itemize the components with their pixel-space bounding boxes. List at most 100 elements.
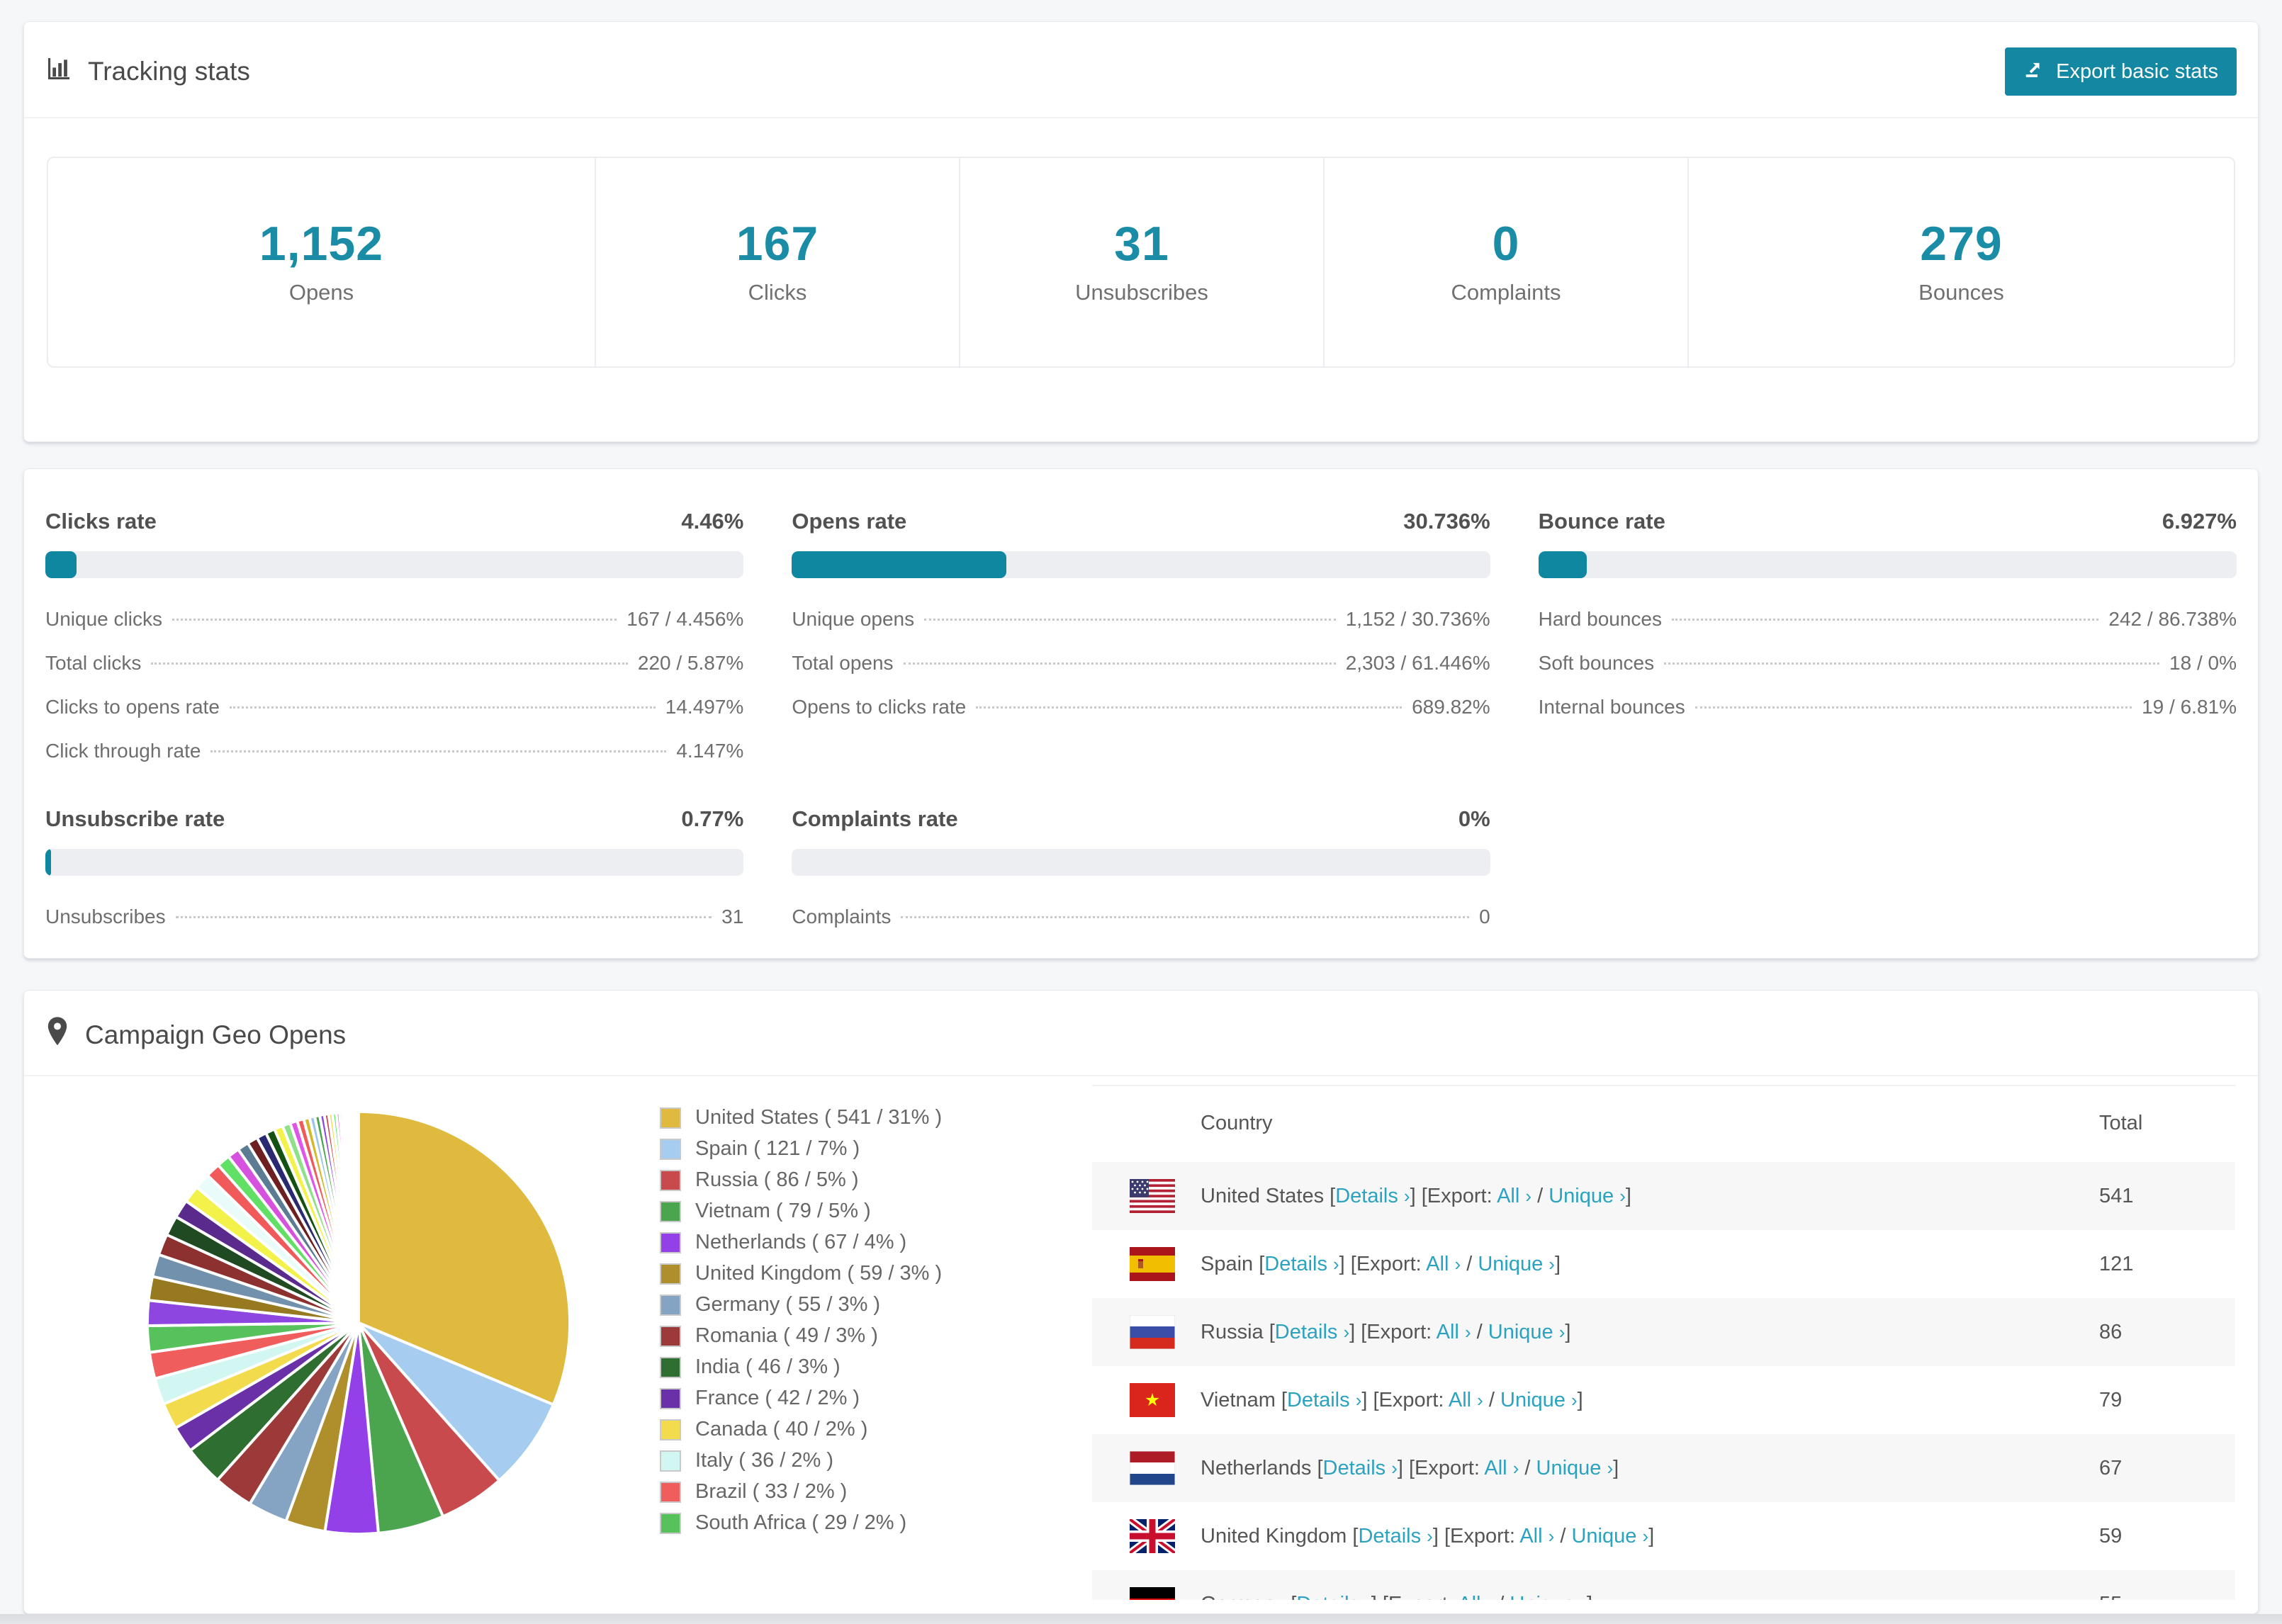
export-icon bbox=[2023, 58, 2045, 85]
country-cell: United Kingdom [Details ›] [Export: All … bbox=[1201, 1524, 1655, 1547]
geo-pie-chart bbox=[139, 1103, 578, 1543]
rate-detail-row: Clicks to opens rate 14.497% bbox=[45, 696, 743, 718]
country-name: Russia bbox=[1201, 1320, 1269, 1343]
export-all-link[interactable]: All › bbox=[1484, 1457, 1519, 1479]
rate-detail-row: Opens to clicks rate 689.82% bbox=[792, 696, 1490, 718]
country-name: Vietnam bbox=[1201, 1388, 1281, 1411]
details-link[interactable]: Details › bbox=[1335, 1185, 1410, 1207]
legend-label: India ( 46 / 3% ) bbox=[695, 1355, 841, 1378]
details-link[interactable]: Details › bbox=[1358, 1525, 1432, 1547]
rate-row-label: Total opens bbox=[792, 652, 894, 674]
rate-row-value: 31 bbox=[721, 906, 744, 927]
total-cell: 55 bbox=[2099, 1570, 2235, 1601]
details-link[interactable]: Details › bbox=[1296, 1593, 1371, 1601]
total-cell: 79 bbox=[2099, 1388, 2123, 1411]
stat-cell-clicks: 167 Clicks bbox=[595, 158, 959, 366]
unsubscribe-rate-block: Unsubscribe rate 0.77% Unsubscribes 31 bbox=[45, 806, 744, 928]
legend-swatch bbox=[660, 1263, 681, 1285]
clicks-progress-bar bbox=[45, 551, 744, 578]
details-link[interactable]: Details › bbox=[1287, 1389, 1361, 1411]
ru-flag-icon bbox=[1092, 1298, 1201, 1366]
progress-fill bbox=[1538, 551, 1587, 578]
country-cell: Spain [Details ›] [Export: All › / Uniqu… bbox=[1201, 1252, 1561, 1275]
export-unique-link[interactable]: Unique › bbox=[1488, 1321, 1566, 1343]
rate-row-label: Click through rate bbox=[45, 740, 201, 762]
details-link[interactable]: Details › bbox=[1264, 1253, 1339, 1275]
complaints-progress-bar bbox=[792, 849, 1490, 876]
legend-label: United Kingdom ( 59 / 3% ) bbox=[695, 1262, 943, 1285]
export-basic-stats-button[interactable]: Export basic stats bbox=[2005, 47, 2237, 96]
geo-card-title: Campaign Geo Opens bbox=[45, 1016, 346, 1054]
legend-swatch bbox=[660, 1200, 681, 1222]
geo-table-row-ru: Russia [Details ›] [Export: All › / Uniq… bbox=[1092, 1298, 2235, 1366]
legend-item: Russia ( 86 / 5% ) bbox=[660, 1168, 1092, 1192]
bounce-rate-block: Bounce rate 6.927% Hard bounces 242 / 86.73… bbox=[1538, 509, 2237, 762]
export-button-label: Export basic stats bbox=[2056, 60, 2218, 83]
legend-label: Italy ( 36 / 2% ) bbox=[695, 1449, 834, 1472]
rate-row-label: Opens to clicks rate bbox=[792, 696, 967, 718]
stat-value: 31 bbox=[1114, 217, 1169, 271]
rate-row-value: 220 / 5.87% bbox=[637, 652, 744, 674]
geo-table-row-us: United States [Details ›] [Export: All ›… bbox=[1092, 1162, 2235, 1230]
dotted-leader bbox=[229, 706, 656, 709]
geo-card-header: Campaign Geo Opens bbox=[24, 991, 2258, 1076]
legend-label: Netherlands ( 67 / 4% ) bbox=[695, 1231, 907, 1253]
rate-row-label: Unique clicks bbox=[45, 608, 162, 630]
export-all-link[interactable]: All › bbox=[1458, 1593, 1493, 1601]
export-all-link[interactable]: All › bbox=[1449, 1389, 1483, 1411]
rate-value: 4.46% bbox=[681, 509, 744, 534]
export-all-link[interactable]: All › bbox=[1426, 1253, 1461, 1275]
export-all-link[interactable]: All › bbox=[1519, 1525, 1554, 1547]
rate-row-label: Internal bounces bbox=[1538, 696, 1685, 718]
rate-detail-row: Complaints 0 bbox=[792, 906, 1490, 928]
geo-table-row-nl: Netherlands [Details ›] [Export: All › /… bbox=[1092, 1434, 2235, 1502]
export-unique-link[interactable]: Unique › bbox=[1536, 1457, 1614, 1479]
export-unique-link[interactable]: Unique › bbox=[1548, 1185, 1626, 1207]
legend-item: Vietnam ( 79 / 5% ) bbox=[660, 1200, 1092, 1223]
rate-row-value: 1,152 / 30.736% bbox=[1345, 608, 1490, 630]
rate-row-value: 18 / 0% bbox=[2169, 652, 2237, 674]
export-unique-link[interactable]: Unique › bbox=[1478, 1253, 1555, 1275]
details-link[interactable]: Details › bbox=[1275, 1321, 1349, 1343]
legend-item: Germany ( 55 / 3% ) bbox=[660, 1293, 1092, 1316]
legend-label: Vietnam ( 79 / 5% ) bbox=[695, 1200, 871, 1222]
legend-label: Spain ( 121 / 7% ) bbox=[695, 1137, 860, 1160]
rate-detail-row: Total opens 2,303 / 61.446% bbox=[792, 652, 1490, 675]
rate-title: Unsubscribe rate bbox=[45, 806, 225, 831]
total-cell: 541 bbox=[2099, 1184, 2134, 1207]
rate-detail-row: Hard bounces 242 / 86.738% bbox=[1539, 608, 2237, 631]
dotted-leader bbox=[903, 662, 1336, 665]
export-all-link[interactable]: All › bbox=[1497, 1185, 1531, 1207]
legend-swatch bbox=[660, 1138, 681, 1160]
legend-item: United States ( 541 / 31% ) bbox=[660, 1106, 1092, 1129]
rate-detail-row: Internal bounces 19 / 6.81% bbox=[1539, 696, 2237, 718]
dotted-leader bbox=[976, 706, 1403, 709]
legend-item: Romania ( 49 / 3% ) bbox=[660, 1324, 1092, 1348]
export-all-link[interactable]: All › bbox=[1437, 1321, 1471, 1343]
de-flag-icon bbox=[1092, 1570, 1201, 1600]
rates-grid: Clicks rate 4.46% Unique clicks 167 / 4.456… bbox=[45, 509, 2237, 928]
country-name: United Kingdom bbox=[1201, 1524, 1353, 1547]
rate-title: Bounce rate bbox=[1538, 509, 1665, 534]
rate-value: 6.927% bbox=[2162, 509, 2237, 534]
bar-chart-icon bbox=[45, 55, 72, 89]
total-cell: 67 bbox=[2099, 1456, 2123, 1479]
export-unique-link[interactable]: Unique › bbox=[1510, 1593, 1587, 1601]
geo-table: Country Total United States [Details ›] … bbox=[1092, 1085, 2235, 1600]
pie-slice-other[interactable] bbox=[356, 1110, 360, 1324]
us-flag-icon bbox=[1092, 1162, 1201, 1230]
stat-cell-opens: 1,152 Opens bbox=[48, 158, 595, 366]
legend-item: South Africa ( 29 / 2% ) bbox=[660, 1511, 1092, 1535]
details-link[interactable]: Details › bbox=[1323, 1457, 1398, 1479]
export-unique-link[interactable]: Unique › bbox=[1571, 1525, 1648, 1547]
page: Tracking stats Export basic stats 1,152 O… bbox=[0, 0, 2282, 1624]
country-name: United States bbox=[1201, 1184, 1330, 1207]
country-cell: Germany [Details ›] [Export: All › / Uni… bbox=[1201, 1570, 2099, 1601]
rate-detail-row: Unique opens 1,152 / 30.736% bbox=[792, 608, 1490, 631]
rate-row-value: 14.497% bbox=[665, 696, 744, 718]
rate-row-label: Unsubscribes bbox=[45, 906, 166, 927]
export-unique-link[interactable]: Unique › bbox=[1500, 1389, 1578, 1411]
tracking-stats-body: 1,152 Opens 167 Clicks 31 Unsubscribes 0 Compla… bbox=[24, 118, 2258, 441]
country-name: Spain bbox=[1201, 1252, 1259, 1275]
page-bottom-strip bbox=[0, 1614, 2282, 1624]
